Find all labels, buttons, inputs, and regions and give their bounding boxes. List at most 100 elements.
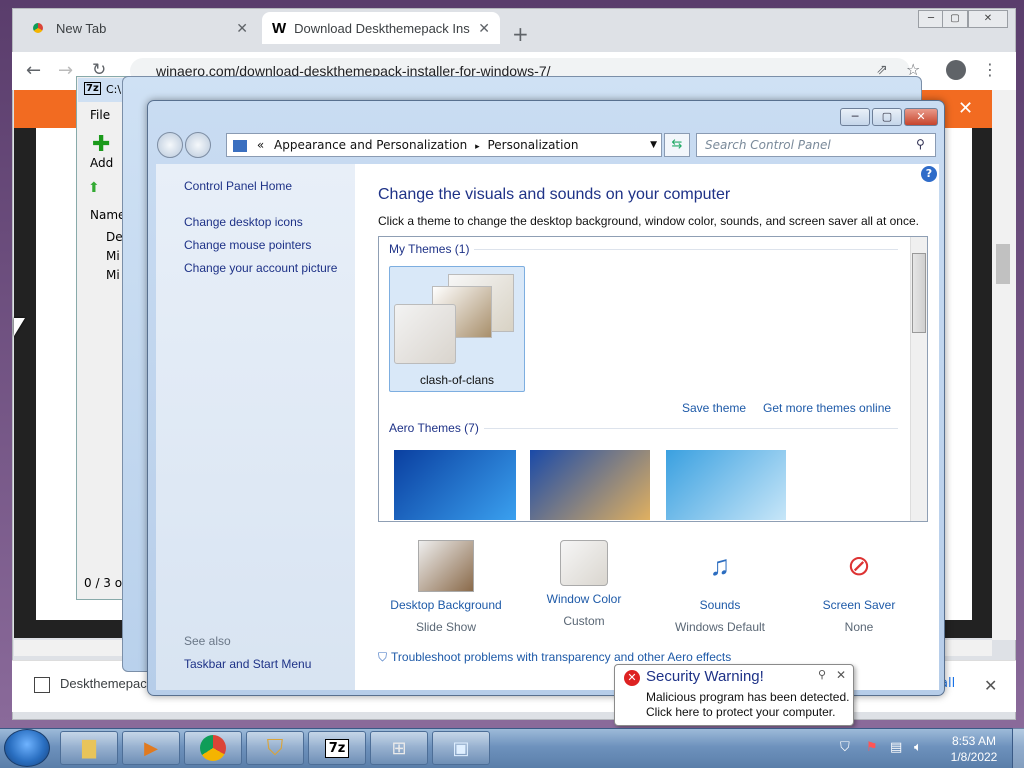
download-item[interactable]: Deskthemepack bbox=[34, 676, 153, 693]
windows-flag-icon: ⊞ bbox=[391, 737, 407, 759]
close-tab-icon[interactable]: ✕ bbox=[478, 20, 490, 37]
profile-avatar-icon[interactable] bbox=[946, 60, 966, 80]
balloon-title: Security Warning! bbox=[646, 668, 764, 685]
new-tab-button[interactable]: + bbox=[512, 22, 529, 46]
search-input[interactable]: Search Control Panel bbox=[696, 133, 936, 157]
troubleshoot-link[interactable]: ⛉ Troubleshoot problems with transparency… bbox=[378, 650, 731, 665]
balloon-close-icon[interactable]: ✕ bbox=[836, 668, 846, 682]
tab-label: Download Deskthemepack Instal bbox=[294, 20, 471, 36]
cp-close-button[interactable]: ✕ bbox=[904, 108, 938, 126]
nav-forward-button[interactable] bbox=[185, 132, 211, 158]
list-item[interactable]: Mi bbox=[106, 268, 120, 282]
change-account-picture-link[interactable]: Change your account picture bbox=[184, 261, 337, 275]
window-color-icon bbox=[560, 540, 608, 586]
control-panel-taskbar-button[interactable]: ▣ bbox=[432, 731, 490, 765]
media-player-icon: ▶ bbox=[144, 737, 158, 759]
explorer-taskbar-button[interactable]: ▇ bbox=[60, 731, 118, 765]
balloon-line2[interactable]: Click here to protect your computer. bbox=[646, 705, 835, 719]
close-download-bar-icon[interactable]: ✕ bbox=[984, 676, 997, 695]
change-mouse-pointers-link[interactable]: Change mouse pointers bbox=[184, 238, 311, 252]
screen-saver-item[interactable]: ⊘ Screen Saver None bbox=[794, 540, 924, 634]
tab-label: New Tab bbox=[56, 20, 107, 36]
winaero-icon: W bbox=[272, 19, 287, 37]
list-item[interactable]: De bbox=[106, 230, 123, 244]
control-panel-home-link[interactable]: Control Panel Home bbox=[184, 179, 292, 193]
save-theme-link[interactable]: Save theme bbox=[682, 401, 746, 415]
7zip-icon: 7z bbox=[324, 738, 350, 758]
volume-icon[interactable]: 🔈︎ bbox=[914, 740, 922, 755]
menu-file[interactable]: File bbox=[90, 108, 110, 122]
banner-close-icon[interactable]: ✕ bbox=[958, 98, 973, 119]
tray-shield-icon[interactable]: ⛉ bbox=[840, 740, 850, 755]
pin-icon[interactable]: ⚲ bbox=[818, 668, 826, 681]
folder-up-icon[interactable]: ⬆ bbox=[88, 180, 100, 196]
themes-scrollbar[interactable] bbox=[910, 237, 927, 521]
window-color-item[interactable]: Window Color Custom bbox=[519, 540, 649, 628]
tab-new-tab[interactable]: New Tab ✕ bbox=[20, 12, 258, 44]
show-desktop-button[interactable] bbox=[1012, 728, 1024, 768]
chrome-taskbar-button[interactable] bbox=[184, 731, 242, 765]
tab-download[interactable]: W Download Deskthemepack Instal ✕ bbox=[262, 12, 500, 44]
close-button[interactable]: ✕ bbox=[968, 10, 1008, 28]
cp-maximize-button[interactable]: ▢ bbox=[872, 108, 902, 126]
windows-flag-taskbar-button[interactable]: ⊞ bbox=[370, 731, 428, 765]
add-plus-icon[interactable]: ✚ bbox=[92, 132, 110, 157]
tray-flag-icon[interactable]: ⚑ bbox=[866, 740, 878, 755]
theme-architecture[interactable] bbox=[530, 450, 650, 520]
taskbar-start-menu-link[interactable]: Taskbar and Start Menu bbox=[184, 657, 311, 671]
chrome-icon bbox=[200, 735, 226, 761]
theme-color-swatch bbox=[394, 304, 456, 364]
cp-address-bar[interactable]: « Appearance and Personalization ▸ Perso… bbox=[226, 133, 662, 157]
theme-windows-7[interactable] bbox=[394, 450, 516, 520]
maximize-button[interactable]: ▢ bbox=[942, 10, 968, 28]
sounds-icon: ♫ bbox=[709, 550, 731, 581]
page-scrollbar[interactable] bbox=[992, 90, 1016, 640]
screen-saver-icon: ⊘ bbox=[847, 550, 871, 581]
get-more-themes-link[interactable]: Get more themes online bbox=[763, 401, 891, 415]
cp-minimize-button[interactable]: ─ bbox=[840, 108, 870, 126]
theme-name: clash-of-clans bbox=[419, 373, 495, 387]
aero-themes-group-label: Aero Themes (7) bbox=[389, 421, 479, 435]
network-icon[interactable]: ▤ bbox=[890, 740, 902, 755]
windows-start-icon[interactable] bbox=[4, 729, 50, 767]
forward-arrow-icon[interactable]: → bbox=[58, 60, 73, 81]
minimize-button[interactable]: ─ bbox=[918, 10, 944, 28]
page-subtitle: Click a theme to change the desktop back… bbox=[378, 214, 919, 228]
clock-time[interactable]: 8:53 AM bbox=[944, 734, 1004, 748]
sounds-item[interactable]: ♫ Sounds Windows Default bbox=[655, 540, 785, 634]
folder-icon: ▇ bbox=[82, 737, 96, 759]
back-arrow-icon[interactable]: ← bbox=[26, 60, 41, 81]
column-name[interactable]: Name bbox=[90, 208, 125, 222]
group-divider bbox=[484, 428, 898, 429]
list-item[interactable]: Mi bbox=[106, 249, 120, 263]
search-icon[interactable]: ⚲ bbox=[916, 137, 925, 151]
menu-dots-icon[interactable]: ⋮ bbox=[982, 60, 998, 79]
refresh-icon[interactable]: ⇆ bbox=[664, 133, 690, 157]
security-taskbar-button[interactable]: ⛉ bbox=[246, 731, 304, 765]
error-icon: ✕ bbox=[624, 670, 640, 686]
mouse-cursor-icon bbox=[14, 318, 25, 336]
chevron-down-icon[interactable]: ▼ bbox=[650, 134, 657, 156]
breadcrumb-personalization[interactable]: Personalization bbox=[487, 138, 578, 152]
control-panel-icon: ▣ bbox=[452, 737, 470, 759]
7zip-taskbar-button[interactable]: 7z bbox=[308, 731, 366, 765]
change-desktop-icons-link[interactable]: Change desktop icons bbox=[184, 215, 303, 229]
nav-back-button[interactable] bbox=[157, 132, 183, 158]
file-icon bbox=[34, 676, 50, 693]
7zip-icon: 7z bbox=[84, 82, 101, 95]
close-tab-icon[interactable]: ✕ bbox=[236, 20, 248, 37]
desktop-background-item[interactable]: Desktop Background Slide Show bbox=[381, 540, 511, 634]
chrome-icon bbox=[30, 20, 46, 36]
see-also-label: See also bbox=[184, 634, 231, 648]
media-player-taskbar-button[interactable]: ▶ bbox=[122, 731, 180, 765]
theme-characters[interactable] bbox=[666, 450, 786, 520]
control-panel-icon bbox=[233, 139, 247, 152]
add-button-label[interactable]: Add bbox=[90, 156, 113, 170]
my-themes-group-label: My Themes (1) bbox=[389, 242, 470, 256]
group-divider bbox=[474, 249, 898, 250]
breadcrumb-appearance[interactable]: Appearance and Personalization bbox=[274, 138, 467, 152]
clock-date[interactable]: 1/8/2022 bbox=[944, 750, 1004, 764]
page-title: Change the visuals and sounds on your co… bbox=[378, 186, 731, 203]
help-icon[interactable]: ? bbox=[921, 166, 937, 182]
desktop-background-icon bbox=[418, 540, 474, 592]
